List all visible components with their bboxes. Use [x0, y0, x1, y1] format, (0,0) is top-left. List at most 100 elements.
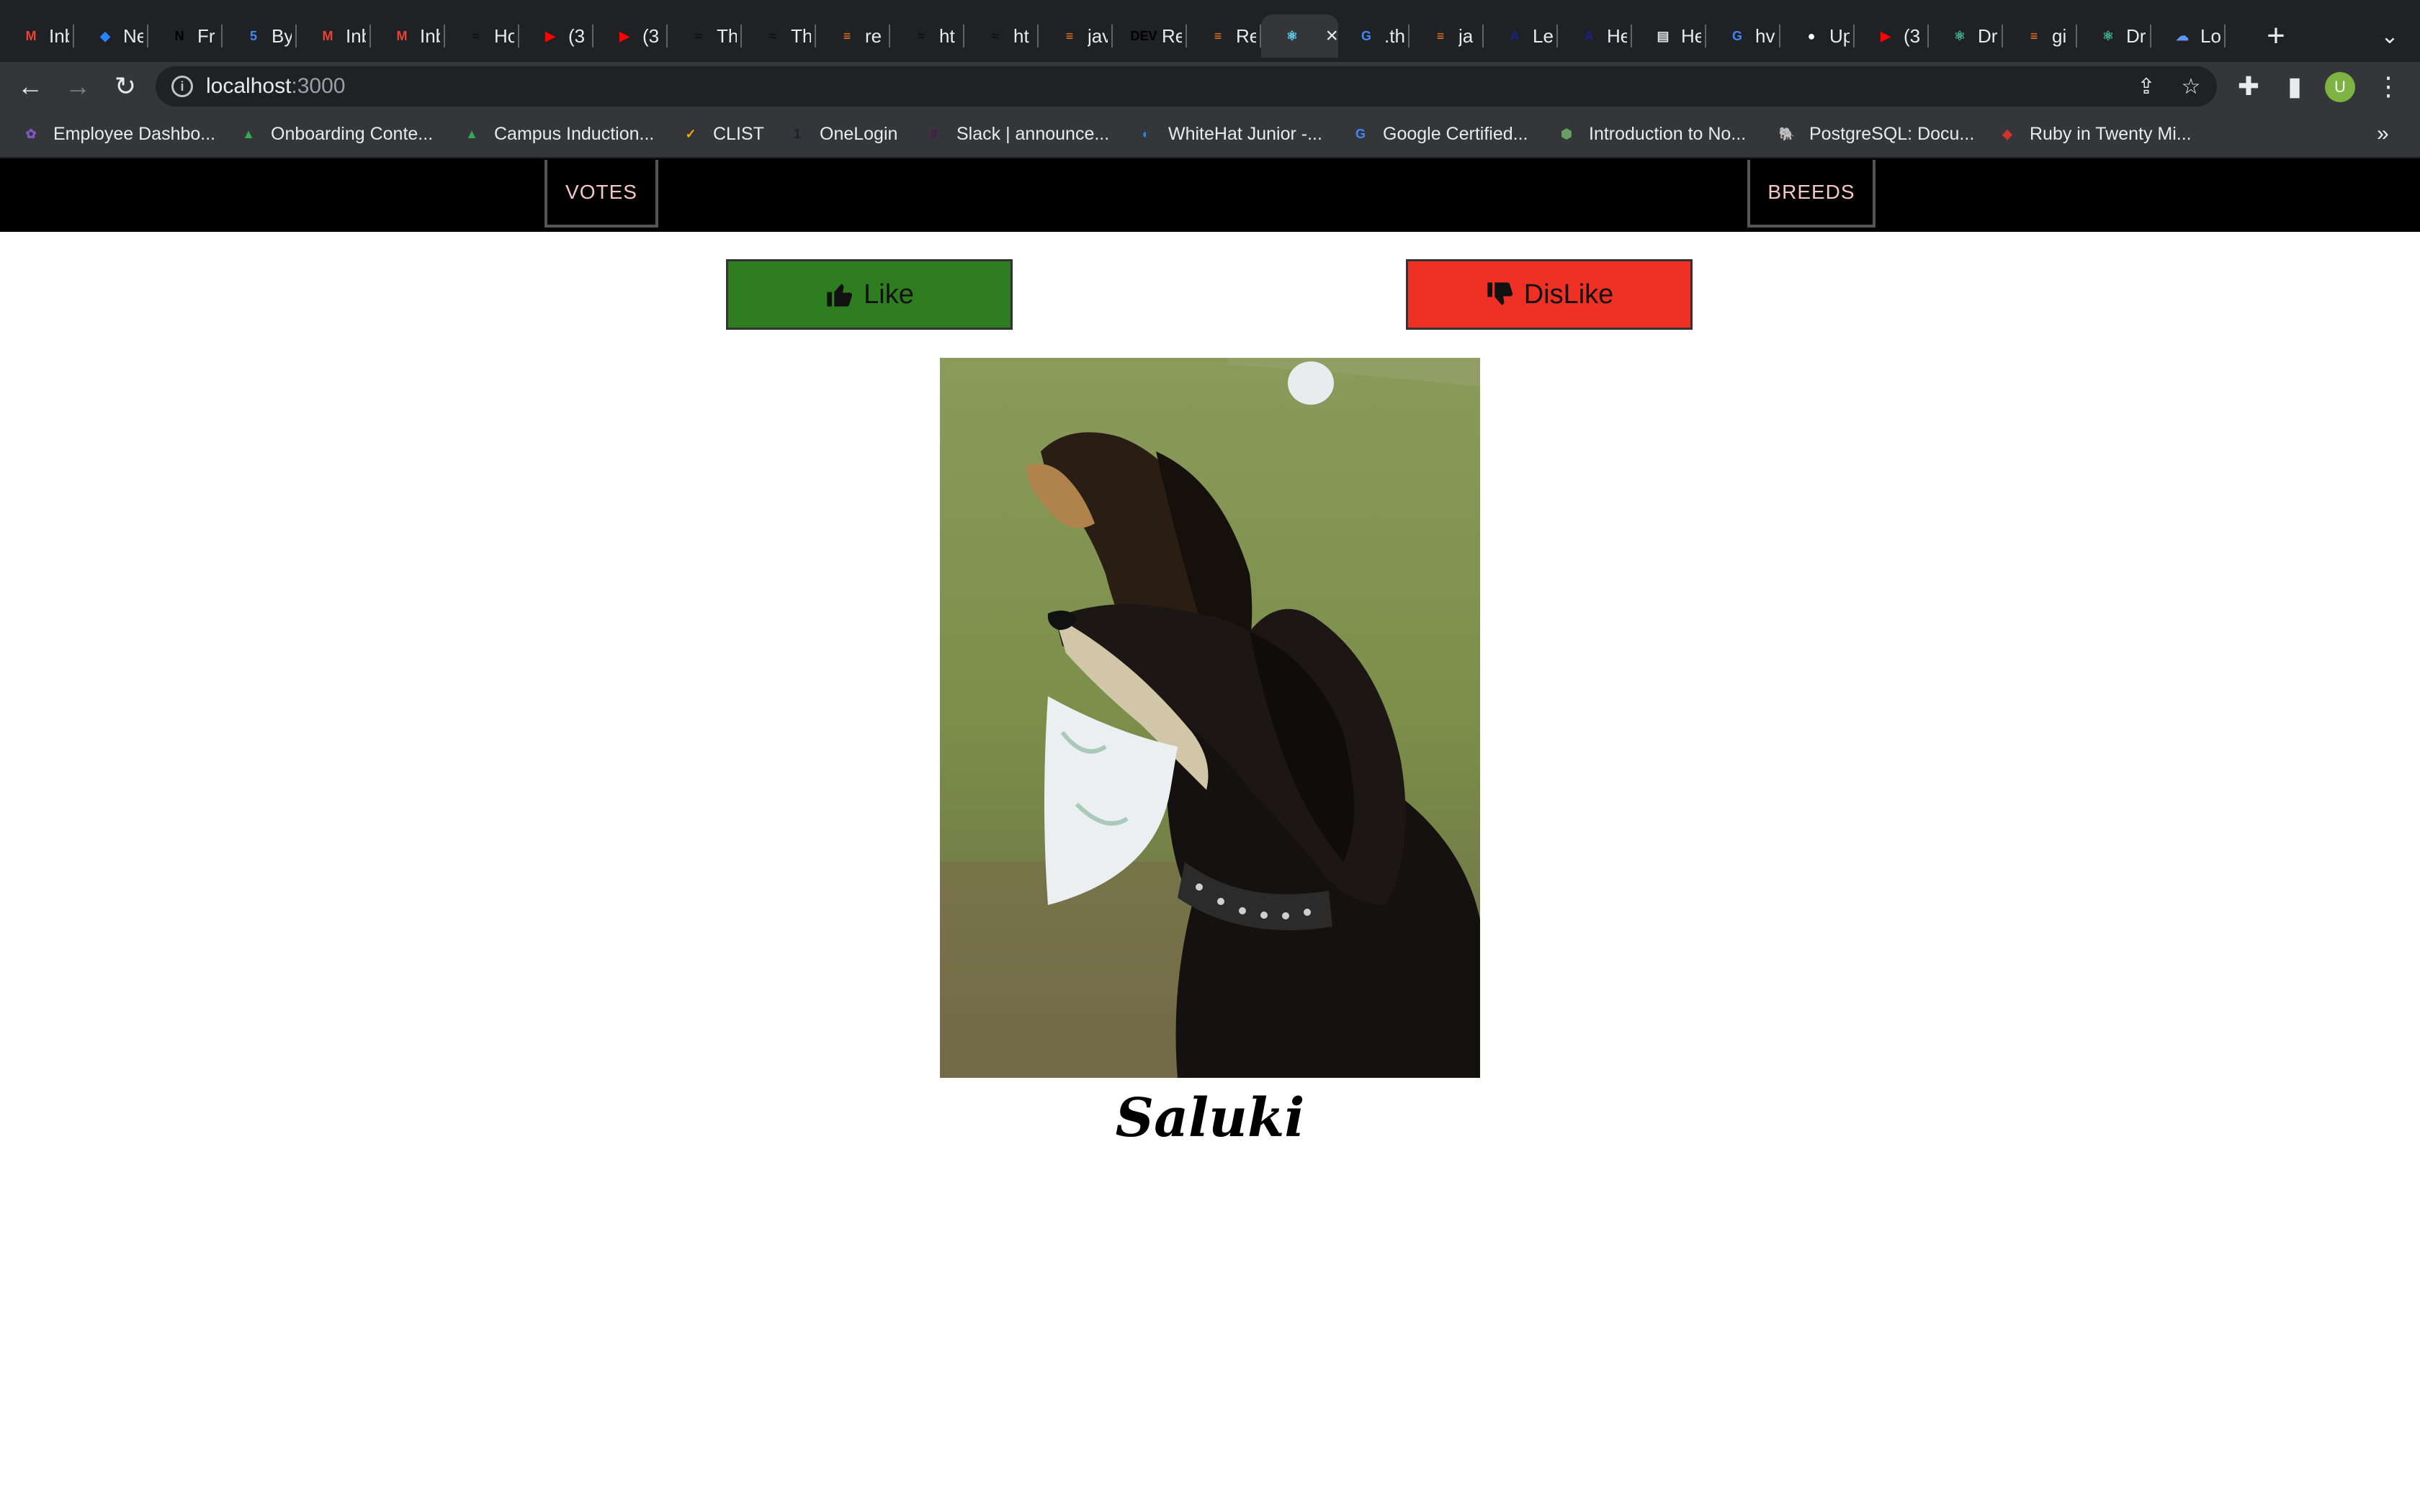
browser-tab[interactable]: ▶ (3	[593, 14, 668, 58]
bookmark-item[interactable]: ▲ Onboarding Conte...	[238, 120, 433, 148]
browser-tab[interactable]: M Inbox	[297, 14, 371, 58]
youtube-icon: ▶	[619, 28, 629, 43]
profile-avatar[interactable]: U	[2325, 72, 2355, 102]
browser-tab[interactable]: ≡ ja	[1410, 14, 1484, 58]
browser-tab[interactable]: ≈ Th	[668, 14, 742, 58]
forward-arrow-icon[interactable]: →	[59, 68, 97, 105]
tab-search-chevron-icon[interactable]: ⌄	[2372, 14, 2407, 58]
doc-icon: 5	[249, 28, 257, 43]
reload-icon[interactable]: ↻	[107, 68, 144, 105]
notion-icon: N	[174, 28, 184, 43]
tab-title: Th	[791, 24, 811, 47]
gmail-icon: M	[396, 28, 408, 43]
tab-title: Dr	[2126, 24, 2146, 47]
browser-tab[interactable]: ≡ jav	[1039, 14, 1113, 58]
tab-title: Lo	[2200, 24, 2220, 47]
letter-a-icon: A	[1584, 28, 1594, 43]
tab-title: Th	[717, 24, 737, 47]
bookmark-label: Onboarding Conte...	[271, 123, 434, 144]
tab-title: Inbox	[420, 24, 440, 47]
bookmark-item[interactable]: ▲ Campus Induction...	[461, 120, 654, 148]
tab-title: Inbox	[49, 24, 69, 47]
browser-tab[interactable]: ⚛ Dr	[2077, 14, 2151, 58]
letter-a-icon: A	[1510, 28, 1520, 43]
more-bookmarks-icon[interactable]: »	[2377, 120, 2389, 148]
tab-title: Ho	[494, 24, 514, 47]
stackoverflow-icon: ≡	[2030, 28, 2038, 43]
react-icon: ⚛	[1953, 28, 1966, 43]
stackoverflow-icon: ≡	[843, 28, 851, 43]
tab-title: .th	[1384, 24, 1404, 47]
browser-tab[interactable]: ◆ Ne	[74, 14, 148, 58]
dislike-button[interactable]: DisLike	[1406, 259, 1693, 330]
nav-votes-link[interactable]: VOTES	[544, 160, 658, 228]
new-tab-button[interactable]: +	[2259, 14, 2293, 58]
tab-title: re	[865, 24, 882, 47]
tab-title: Ne	[123, 24, 143, 47]
browser-tab[interactable]: M Inbox	[371, 14, 445, 58]
google-icon: G	[1731, 28, 1742, 43]
dashboard-icon: ✿	[25, 126, 37, 141]
browser-tab[interactable]: ≡ gi	[2003, 14, 2077, 58]
bookmark-label: OneLogin	[820, 123, 898, 144]
menu-kebab-icon[interactable]: ⋮	[2370, 68, 2407, 105]
browser-tab[interactable]: ☁ Lo	[2151, 14, 2226, 58]
like-label: Like	[864, 279, 914, 310]
browser-tab[interactable]: 5 By	[223, 14, 297, 58]
browser-tab[interactable]: M Inbox	[0, 14, 74, 58]
browser-tab[interactable]: N Fr	[148, 14, 223, 58]
tab-title: jav	[1088, 24, 1108, 47]
app-navbar: VOTES BREEDS	[0, 158, 2420, 232]
extensions-puzzle-icon[interactable]: ✚	[2230, 68, 2267, 105]
tab-title: gi	[2052, 24, 2067, 47]
back-arrow-icon[interactable]: ←	[12, 68, 49, 105]
browser-tab[interactable]: DEV Re	[1113, 14, 1187, 58]
react-icon: ⚛	[1286, 28, 1299, 43]
clist-icon: ✓	[685, 126, 696, 141]
bookmark-item[interactable]: ✓ CLIST	[680, 120, 763, 148]
browser-tab[interactable]: ≈ Ho	[445, 14, 519, 58]
bookmark-item[interactable]: ◐ WhiteHat Junior -...	[1135, 120, 1322, 148]
stackoverflow-icon: ≡	[1436, 28, 1445, 43]
bookmark-item[interactable]: G Google Certified...	[1350, 120, 1528, 148]
browser-tab[interactable]: A He	[1558, 14, 1632, 58]
browser-tab[interactable]: A Le	[1484, 14, 1558, 58]
bookmark-item[interactable]: ⬢ Introduction to No...	[1556, 120, 1746, 148]
bookmark-item[interactable]: # Slack | announce...	[923, 120, 1109, 148]
browser-tab[interactable]: ⚛ ×	[1261, 14, 1338, 58]
gmail-icon: M	[25, 28, 37, 43]
dev-icon: DEV	[1130, 28, 1157, 43]
bookmark-item[interactable]: ✿ Employee Dashbo...	[20, 120, 215, 148]
gmail-icon: M	[322, 28, 333, 43]
url-host: localhost	[206, 74, 292, 98]
dog-photo	[940, 358, 1480, 1078]
bookmark-label: Slack | announce...	[956, 123, 1110, 144]
bookmark-item[interactable]: ◆ Ruby in Twenty Mi...	[1996, 120, 2192, 148]
browser-tab[interactable]: ▤ He	[1632, 14, 1706, 58]
browser-tab[interactable]: ⚛ Dr	[1929, 14, 2003, 58]
browser-tab[interactable]: ≈ Th	[742, 14, 816, 58]
browser-tab[interactable]: Ghv	[1706, 14, 1780, 58]
browser-tab[interactable]: ▶ (3	[519, 14, 593, 58]
bookmark-item[interactable]: 🐘 PostgreSQL: Docu...	[1776, 120, 1975, 148]
side-panel-icon[interactable]: ▮	[2276, 68, 2313, 105]
tab-title: Le	[1533, 24, 1553, 47]
address-bar[interactable]: i localhost:3000 ⇪ ☆	[156, 66, 2217, 107]
github-icon: ●	[1807, 28, 1816, 43]
like-button[interactable]: Like	[726, 259, 1013, 330]
browser-tab[interactable]: ≈ ht	[890, 14, 964, 58]
site-info-icon[interactable]: i	[171, 76, 193, 97]
bookmark-item[interactable]: 1 OneLogin	[786, 120, 897, 148]
browser-tab[interactable]: ● Up	[1780, 14, 1855, 58]
tab-title: ht	[1013, 24, 1029, 47]
browser-tab[interactable]: ≡ Re	[1187, 14, 1261, 58]
postgresql-icon: 🐘	[1778, 126, 1796, 141]
browser-tab[interactable]: ▶ (3	[1855, 14, 1929, 58]
nav-breeds-link[interactable]: BREEDS	[1747, 160, 1876, 228]
browser-tab[interactable]: ≈ ht	[964, 14, 1039, 58]
share-icon[interactable]: ⇪	[2128, 66, 2165, 107]
browser-tab[interactable]: G .th	[1335, 14, 1410, 58]
cat-icon: ≈	[472, 28, 480, 43]
bookmark-star-icon[interactable]: ☆	[2172, 66, 2210, 107]
browser-tab[interactable]: ≡ re	[816, 14, 890, 58]
